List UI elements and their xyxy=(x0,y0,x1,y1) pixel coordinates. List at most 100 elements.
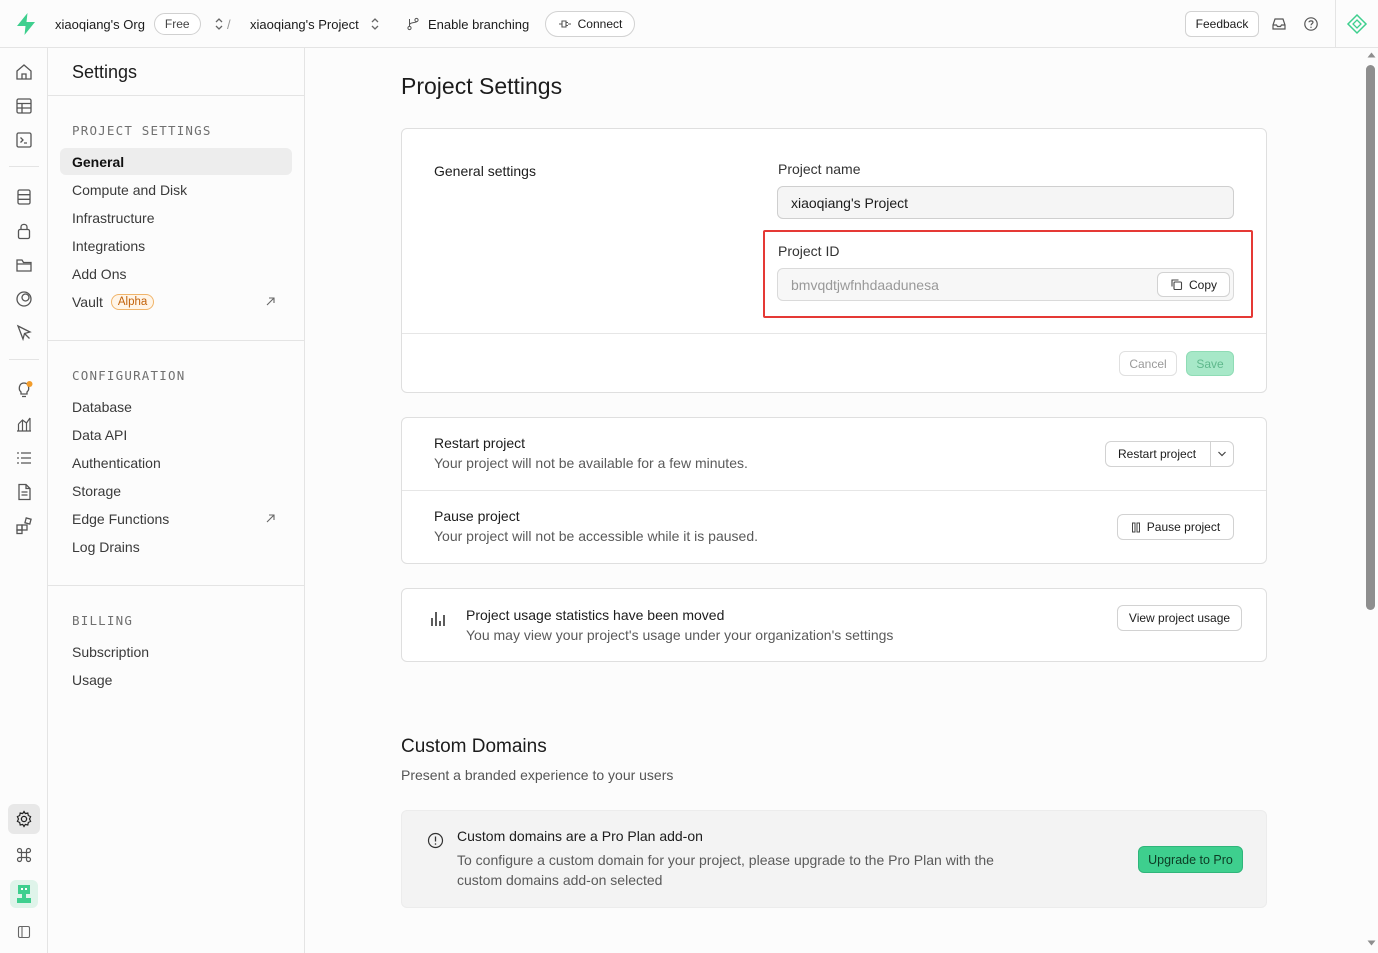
copy-icon xyxy=(1171,279,1183,291)
general-settings-label: General settings xyxy=(434,163,536,179)
external-link-icon xyxy=(266,297,275,306)
integrations-icon[interactable] xyxy=(14,516,34,536)
sidebar-heading-project-settings: PROJECT SETTINGS xyxy=(72,123,212,138)
breadcrumb-separator: / xyxy=(227,16,231,32)
copy-project-id-button[interactable]: Copy xyxy=(1157,272,1230,297)
custom-domains-title: Custom Domains xyxy=(401,736,547,757)
sidebar-item-usage[interactable]: Usage xyxy=(60,666,292,693)
settings-gear-icon[interactable] xyxy=(14,809,34,829)
rail-divider xyxy=(9,359,39,360)
sidebar-item-compute-and-disk[interactable]: Compute and Disk xyxy=(60,176,292,203)
sql-editor-icon[interactable] xyxy=(14,130,34,150)
sidebar-item-add-ons[interactable]: Add Ons xyxy=(60,260,292,287)
inbox-icon[interactable] xyxy=(1270,15,1288,33)
usage-moved-title: Project usage statistics have been moved xyxy=(466,607,725,623)
scroll-up-arrow-icon[interactable] xyxy=(1367,52,1376,58)
sidebar-item-data-api[interactable]: Data API xyxy=(60,421,292,448)
chevron-down-icon[interactable] xyxy=(1217,450,1227,458)
save-button[interactable]: Save xyxy=(1186,351,1234,376)
sidebar-item-log-drains[interactable]: Log Drains xyxy=(60,533,292,560)
storage-folder-icon[interactable] xyxy=(14,255,34,275)
sidebar-item-label: Log Drains xyxy=(72,538,140,555)
sidebar-item-subscription[interactable]: Subscription xyxy=(60,638,292,665)
collapse-sidebar-icon[interactable] xyxy=(17,925,31,939)
copy-label: Copy xyxy=(1188,277,1217,292)
supabase-logo-icon[interactable] xyxy=(13,12,39,36)
upgrade-to-pro-button[interactable]: Upgrade to Pro xyxy=(1138,846,1243,873)
sidebar-item-general[interactable]: General xyxy=(60,148,292,175)
view-project-usage-button[interactable]: View project usage xyxy=(1117,605,1242,631)
home-icon[interactable] xyxy=(14,62,34,82)
logs-list-icon[interactable] xyxy=(14,448,34,468)
chevron-up-down-icon xyxy=(215,18,223,30)
sidebar-item-label: Usage xyxy=(72,671,113,688)
project-id-value: bmvqdtjwfnhdaadunesa xyxy=(791,276,939,293)
sidebar-item-label: Vault xyxy=(72,293,103,310)
git-branch-icon xyxy=(407,17,419,31)
table-editor-icon[interactable] xyxy=(14,96,34,116)
top-bar: xiaoqiang's Org Free / xiaoqiang's Proje… xyxy=(0,0,1378,48)
custom-domains-notice-line2: custom domains add-on selected xyxy=(457,872,663,888)
sidebar-item-vault[interactable]: Vault Alpha xyxy=(60,288,292,315)
realtime-icon[interactable] xyxy=(14,289,34,309)
project-availability-card: Restart project Your project will not be… xyxy=(401,417,1267,564)
sidebar-item-integrations[interactable]: Integrations xyxy=(60,232,292,259)
enable-branching-button[interactable]: Enable branching xyxy=(406,0,529,48)
help-icon[interactable] xyxy=(1302,15,1320,33)
alpha-badge: Alpha xyxy=(110,293,155,310)
command-icon[interactable] xyxy=(14,845,34,865)
advisors-bulb-icon[interactable] xyxy=(14,379,34,399)
connect-button[interactable]: Connect xyxy=(545,11,635,37)
project-name: xiaoqiang's Project xyxy=(250,16,359,32)
sidebar-item-edge-functions[interactable]: Edge Functions xyxy=(60,505,292,532)
restart-project-label: Restart project xyxy=(1118,447,1197,461)
assistant-icon[interactable] xyxy=(1346,13,1368,35)
pause-project-description: Your project will not be accessible whil… xyxy=(434,528,758,544)
split-divider xyxy=(1210,442,1211,466)
project-switcher[interactable]: xiaoqiang's Project xyxy=(250,0,380,48)
sidebar-item-storage[interactable]: Storage xyxy=(60,477,292,504)
plan-badge: Free xyxy=(153,13,201,35)
sidebar-title: Settings xyxy=(72,62,138,82)
scroll-down-arrow-icon[interactable] xyxy=(1367,940,1376,946)
sidebar-item-authentication[interactable]: Authentication xyxy=(60,449,292,476)
bar-chart-icon xyxy=(431,612,445,626)
sidebar-item-infrastructure[interactable]: Infrastructure xyxy=(60,204,292,231)
user-avatar[interactable] xyxy=(10,880,38,908)
scrollbar-thumb[interactable] xyxy=(1366,65,1375,610)
custom-domains-notice-line1: To configure a custom domain for your pr… xyxy=(457,852,994,868)
sidebar-item-label: Infrastructure xyxy=(72,209,155,226)
rail-divider xyxy=(9,166,39,167)
pause-project-title: Pause project xyxy=(434,508,520,524)
project-name-input[interactable] xyxy=(777,186,1234,219)
sidebar-item-label: Add Ons xyxy=(72,265,127,282)
plug-icon xyxy=(558,20,571,28)
cancel-button[interactable]: Cancel xyxy=(1119,351,1177,376)
sidebar-item-label: Database xyxy=(72,398,132,415)
feedback-button[interactable]: Feedback xyxy=(1185,11,1259,37)
pause-project-button[interactable]: Pause project xyxy=(1117,514,1234,540)
custom-domains-subtitle: Present a branded experience to your use… xyxy=(401,767,674,783)
sidebar-item-label: General xyxy=(72,153,125,170)
edge-functions-icon[interactable] xyxy=(14,323,34,343)
sidebar-divider xyxy=(48,585,304,586)
chevron-up-down-icon xyxy=(371,18,379,30)
database-icon[interactable] xyxy=(14,187,34,207)
sidebar-divider xyxy=(48,95,304,96)
reports-chart-icon[interactable] xyxy=(14,414,34,434)
api-docs-icon[interactable] xyxy=(14,482,34,502)
sidebar-item-label: Data API xyxy=(72,426,128,443)
sidebar-item-database[interactable]: Database xyxy=(60,393,292,420)
main-content: Project Settings General settings Projec… xyxy=(305,48,1365,953)
page-title: Project Settings xyxy=(401,73,563,99)
sidebar-item-label: Storage xyxy=(72,482,122,499)
restart-project-button[interactable]: Restart project xyxy=(1105,441,1234,467)
sidebar-divider xyxy=(48,340,304,341)
external-link-icon xyxy=(266,514,275,523)
restart-project-title: Restart project xyxy=(434,435,526,451)
icon-rail xyxy=(0,48,48,953)
auth-lock-icon[interactable] xyxy=(14,221,34,241)
sidebar-heading-billing: BILLING xyxy=(72,613,134,628)
card-divider xyxy=(402,333,1266,334)
org-switcher[interactable]: xiaoqiang's Org Free xyxy=(55,0,224,48)
